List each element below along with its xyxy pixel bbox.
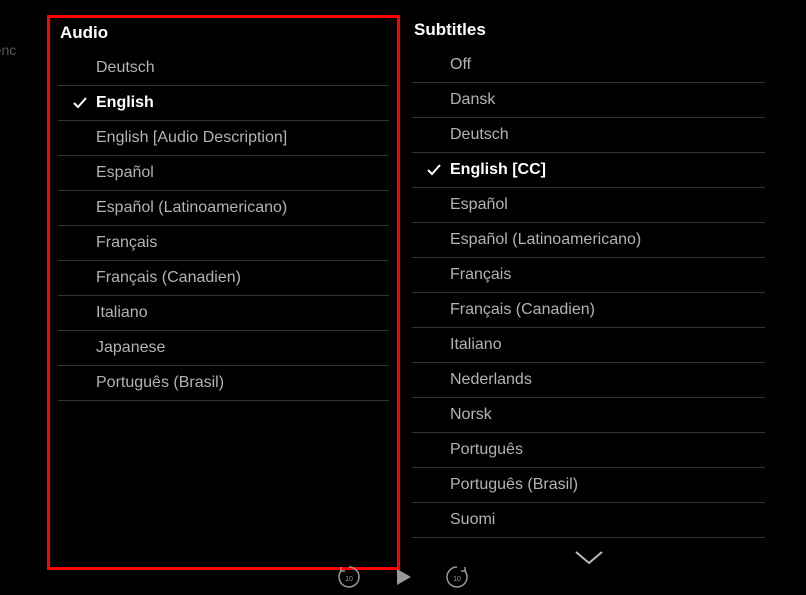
subtitles-option[interactable]: Español [412,188,765,223]
audio-option-label: Italiano [96,304,389,322]
subtitles-option-label: Nederlands [450,371,765,389]
subtitles-option[interactable]: Français (Canadien) [412,293,765,328]
audio-option-label: Japanese [96,339,389,357]
play-button[interactable] [389,563,417,591]
audio-option-label: Español [96,164,389,182]
subtitles-option[interactable]: Italiano [412,328,765,363]
subtitles-option[interactable]: Français [412,258,765,293]
audio-option[interactable]: Italiano [58,296,389,331]
subtitles-option-label: Norsk [450,406,765,424]
audio-option[interactable]: Português (Brasil) [58,366,389,401]
svg-text:10: 10 [345,576,353,583]
svg-text:10: 10 [453,576,461,583]
subtitles-option-label: Français (Canadien) [450,301,765,319]
rewind-10-icon: 10 [336,564,362,590]
audio-option-label: English [Audio Description] [96,129,389,147]
audio-option[interactable]: Français [58,226,389,261]
subtitles-option-label: Deutsch [450,126,765,144]
selection-indicator [426,162,450,178]
audio-panel: Audio Deutsch English English [Audio Descr… [47,15,400,570]
subtitles-option[interactable]: Deutsch [412,118,765,153]
play-icon [392,566,414,588]
audio-option[interactable]: Français (Canadien) [58,261,389,296]
subtitles-option-label: Français [450,266,765,284]
audio-item-list: Deutsch English English [Audio Description… [50,51,397,401]
audio-option-label: Français (Canadien) [96,269,389,287]
checkmark-icon [426,162,442,178]
selection-indicator [72,95,96,111]
subtitles-option-label: Dansk [450,91,765,109]
audio-option[interactable]: Deutsch [58,51,389,86]
subtitles-option-label: Português [450,441,765,459]
forward-10-icon: 10 [444,564,470,590]
subtitles-option-label: Español (Latinoamericano) [450,231,765,249]
audio-option[interactable]: English [Audio Description] [58,121,389,156]
audio-option[interactable]: Japanese [58,331,389,366]
checkmark-icon [72,95,88,111]
audio-option[interactable]: Español [58,156,389,191]
audio-option[interactable]: English [58,86,389,121]
subtitles-option-label: Off [450,56,765,74]
audio-option-label: English [96,94,389,112]
subtitles-option[interactable]: Español (Latinoamericano) [412,223,765,258]
subtitles-option-label: English [CC] [450,161,765,179]
subtitles-item-list: Off Dansk Deutsch English [CC] Español Españo… [412,48,765,538]
subtitles-option-label: Suomi [450,511,765,529]
subtitles-option[interactable]: Norsk [412,398,765,433]
subtitles-option[interactable]: Off [412,48,765,83]
subtitles-option[interactable]: Dansk [412,83,765,118]
language-selector-overlay: Audio Deutsch English English [Audio Descr… [47,15,765,570]
subtitles-option-label: Italiano [450,336,765,354]
background-blurred-text: udienc [0,42,16,58]
forward-10-button[interactable]: 10 [443,563,471,591]
player-controls: 10 10 [0,563,806,591]
subtitles-option[interactable]: Português (Brasil) [412,468,765,503]
subtitles-option[interactable]: Português [412,433,765,468]
audio-panel-title: Audio [50,18,397,51]
subtitles-panel-title: Subtitles [412,15,765,48]
subtitles-option-label: Español [450,196,765,214]
subtitles-option[interactable]: Suomi [412,503,765,538]
subtitles-option[interactable]: English [CC] [412,153,765,188]
subtitles-option-label: Português (Brasil) [450,476,765,494]
subtitles-panel: Subtitles Off Dansk Deutsch English [CC] Esp… [412,15,765,570]
audio-option-label: Français [96,234,389,252]
subtitles-option[interactable]: Nederlands [412,363,765,398]
audio-option-label: Português (Brasil) [96,374,389,392]
audio-option-label: Deutsch [96,59,389,77]
audio-option[interactable]: Español (Latinoamericano) [58,191,389,226]
audio-option-label: Español (Latinoamericano) [96,199,389,217]
rewind-10-button[interactable]: 10 [335,563,363,591]
